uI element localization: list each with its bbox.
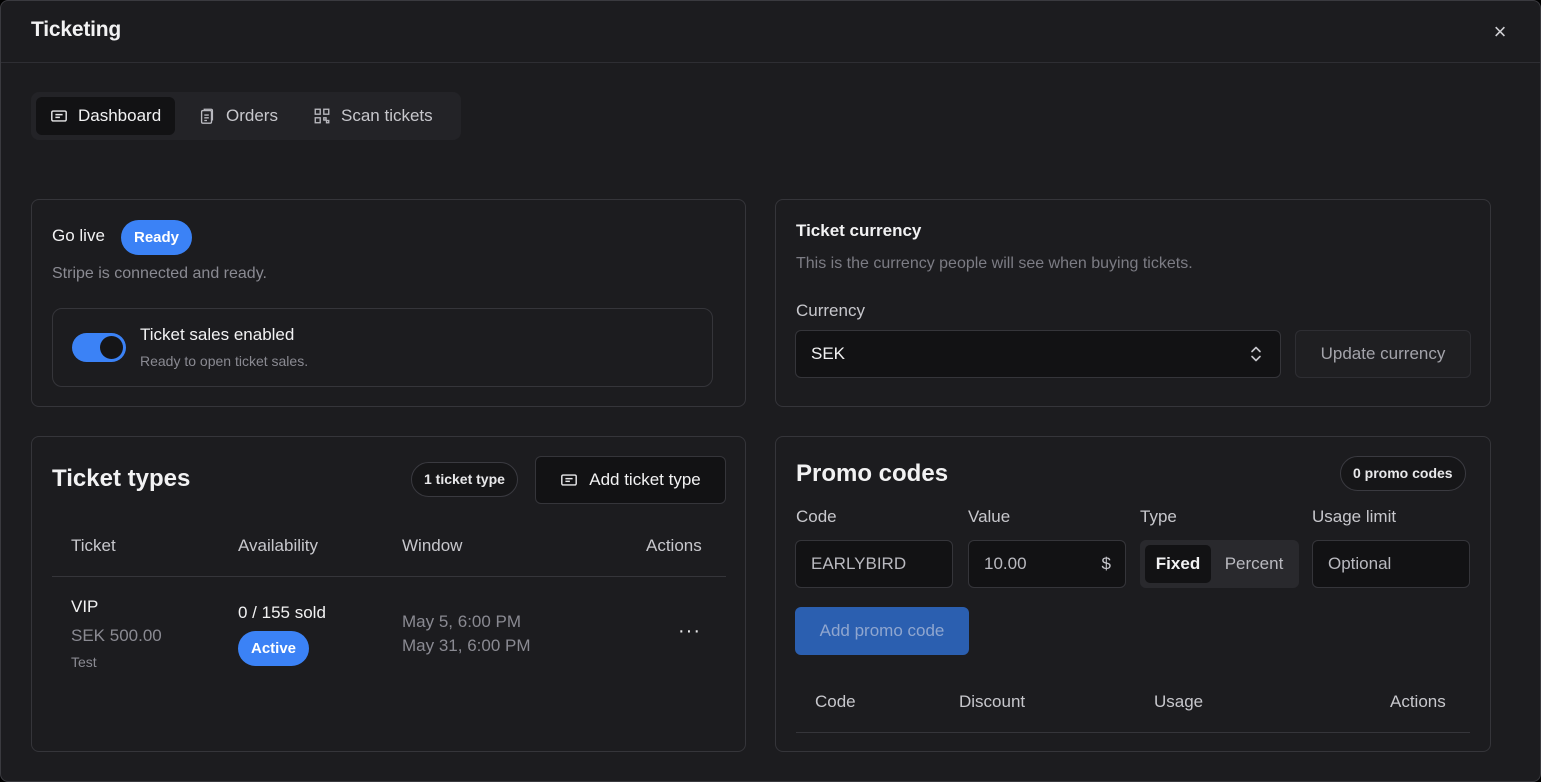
tab-scan-tickets[interactable]: Scan tickets	[299, 97, 447, 135]
table-divider	[52, 576, 726, 577]
currency-label: Currency	[796, 301, 865, 320]
promo-code-count-badge: 0 promo codes	[1340, 456, 1466, 491]
tab-scan-tickets-label: Scan tickets	[341, 106, 433, 125]
ticket-price: SEK 500.00	[71, 626, 162, 645]
usage-limit-input[interactable]: Optional	[1312, 540, 1470, 588]
promo-value-input[interactable]: 10.00 $	[968, 540, 1126, 588]
tab-orders-label: Orders	[226, 106, 278, 125]
promo-code-placeholder: EARLYBIRD	[811, 554, 907, 573]
usage-limit-label: Usage limit	[1312, 507, 1397, 526]
clipboard-icon	[200, 108, 214, 124]
update-currency-button[interactable]: Update currency	[1295, 330, 1471, 378]
column-header-ticket: Ticket	[71, 536, 116, 555]
currency-value: SEK	[811, 344, 846, 363]
type-option-percent[interactable]: Percent	[1214, 545, 1294, 583]
ticket-sales-toggle[interactable]	[72, 333, 126, 362]
column-header-usage: Usage	[1154, 692, 1204, 711]
type-field-label: Type	[1140, 507, 1177, 526]
go-live-card: Go live Ready Stripe is connected and re…	[31, 199, 746, 407]
column-header-window: Window	[402, 536, 463, 555]
currency-subtitle: This is the currency people will see whe…	[796, 255, 1193, 272]
column-header-availability: Availability	[238, 536, 319, 555]
close-icon[interactable]: ×	[1489, 21, 1511, 43]
add-ticket-type-label: Add ticket type	[589, 470, 701, 489]
dialog-title: Ticketing	[31, 18, 122, 41]
ticket-status-badge: Active	[238, 631, 310, 666]
toggle-title: Ticket sales enabled	[140, 325, 295, 344]
ticket-types-title: Ticket types	[52, 465, 191, 492]
ticket-currency-card: Ticket currency This is the currency peo…	[775, 199, 1491, 407]
discount-type-toggle: Fixed Percent	[1140, 540, 1299, 588]
promo-value-placeholder: 10.00	[984, 554, 1027, 573]
tab-bar: Dashboard Orders Scan tickets	[31, 92, 461, 140]
tab-dashboard[interactable]: Dashboard	[36, 97, 176, 135]
ticket-type-count-badge: 1 ticket type	[411, 462, 518, 497]
promo-codes-title: Promo codes	[796, 460, 949, 487]
go-live-subtitle: Stripe is connected and ready.	[52, 265, 267, 282]
ticket-icon	[51, 110, 67, 122]
ticket-description: Test	[71, 654, 97, 670]
go-live-title: Go live	[52, 226, 105, 245]
value-field-label: Value	[968, 507, 1011, 526]
column-header-discount: Discount	[959, 692, 1026, 711]
ticket-availability: 0 / 155 sold	[238, 603, 326, 622]
currency-select[interactable]: SEK	[795, 330, 1281, 378]
toggle-subtitle: Ready to open ticket sales.	[140, 353, 309, 369]
row-actions-menu-icon[interactable]: ···	[678, 620, 701, 643]
type-option-fixed[interactable]: Fixed	[1145, 545, 1211, 583]
tab-orders[interactable]: Orders	[184, 97, 292, 135]
ticket-name: VIP	[71, 597, 99, 616]
toggle-knob	[100, 336, 123, 359]
usage-limit-placeholder: Optional	[1328, 554, 1392, 573]
table-divider	[796, 732, 1470, 733]
column-header-code: Code	[815, 692, 856, 711]
currency-suffix: $	[1101, 554, 1111, 573]
promo-codes-card: Promo codes 0 promo codes Code Value Typ…	[775, 436, 1491, 752]
ticket-icon	[561, 474, 578, 486]
dialog-header: Ticketing ×	[1, 1, 1540, 63]
qr-code-icon	[314, 108, 330, 124]
ticket-sales-toggle-panel: Ticket sales enabled Ready to open ticke…	[52, 308, 713, 387]
window-start: May 5, 6:00 PM	[402, 612, 522, 631]
currency-title: Ticket currency	[796, 221, 922, 240]
chevron-up-down-icon	[1251, 346, 1261, 362]
promo-code-input[interactable]: EARLYBIRD	[795, 540, 953, 588]
column-header-actions: Actions	[1390, 692, 1446, 711]
add-promo-code-button[interactable]: Add promo code	[795, 607, 969, 655]
column-header-actions: Actions	[646, 536, 702, 555]
status-badge: Ready	[121, 220, 193, 255]
tab-dashboard-label: Dashboard	[78, 106, 162, 125]
ticketing-dialog: Ticketing × Dashboard Orders Scan ticket…	[0, 0, 1541, 782]
add-ticket-type-button[interactable]: Add ticket type	[535, 456, 726, 504]
window-end: May 31, 6:00 PM	[402, 636, 531, 655]
code-field-label: Code	[796, 507, 837, 526]
ticket-types-card: Ticket types 1 ticket type Add ticket ty…	[31, 436, 746, 752]
